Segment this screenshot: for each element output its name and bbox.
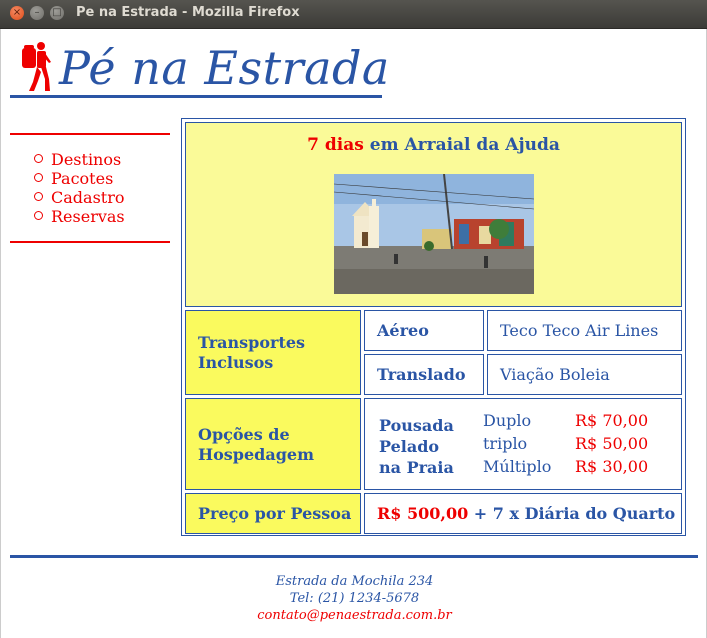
room-type: Duplo (483, 411, 532, 430)
page-content: Pé na Estrada Destinos Pacotes Cadastro … (0, 29, 707, 638)
bullet-icon (34, 211, 43, 220)
nav-item-destinos: Destinos (34, 150, 125, 169)
nav-bottom-divider (10, 241, 170, 243)
transport-provider-cell: Viação Boleia (487, 354, 682, 395)
window-title: Pe na Estrada - Mozilla Firefox (76, 5, 300, 20)
days-count: 7 dias (307, 135, 364, 155)
header-divider (10, 95, 382, 98)
destination-heading: 7 dias em Arraial da Ajuda (186, 135, 681, 155)
price-value: R$ 500,00 + 7 x Diária do Quarto (377, 504, 675, 524)
hotel-name: Pousada Pelado na Praia (379, 415, 454, 478)
room-type: triplo (483, 434, 528, 453)
bullet-icon (34, 192, 43, 201)
lodging-options-cell: Pousada Pelado na Praia Duplo R$ 70,00 t… (364, 398, 682, 490)
transport-type-cell: Aéreo (364, 310, 484, 351)
nav-menu: Destinos Pacotes Cadastro Reservas (34, 150, 125, 226)
price-amount: R$ 500,00 (377, 504, 469, 523)
hotel-name-line: na Praia (379, 458, 454, 477)
transport-provider-aereo: Teco Teco Air Lines (500, 321, 659, 340)
nav-item-cadastro: Cadastro (34, 188, 125, 207)
price-label-cell: Preço por Pessoa (185, 493, 361, 534)
transport-provider-translado: Viação Boleia (500, 365, 610, 384)
footer-divider (10, 555, 698, 558)
site-title: Pé na Estrada (59, 41, 390, 95)
room-price: R$ 70,00 (575, 411, 649, 430)
nav-link-cadastro[interactable]: Cadastro (51, 188, 124, 207)
room-type: Múltiplo (483, 457, 552, 476)
nav-item-reservas: Reservas (34, 207, 125, 226)
transport-provider-cell: Teco Teco Air Lines (487, 310, 682, 351)
lodging-label-cell: Opções de Hospedagem (185, 398, 361, 490)
price-suffix: + 7 x Diária do Quarto (468, 504, 676, 523)
footer-phone: Tel: (21) 1234-5678 (289, 591, 420, 606)
nav-top-divider (10, 133, 170, 135)
destination-place: Arraial da Ajuda (404, 135, 560, 155)
window-maximize-button[interactable]: □ (50, 6, 64, 20)
window-minimize-button[interactable]: – (30, 6, 44, 20)
nav-link-reservas[interactable]: Reservas (51, 207, 125, 226)
bullet-icon (34, 154, 43, 163)
room-price: R$ 50,00 (575, 434, 649, 453)
footer-address: Estrada da Mochila 234 (275, 574, 434, 589)
bullet-icon (34, 173, 43, 182)
package-table: 7 dias em Arraial da Ajuda Transportes I… (181, 118, 686, 536)
hotel-name-line: Pousada (379, 416, 454, 435)
destination-photo (334, 174, 534, 294)
nav-link-pacotes[interactable]: Pacotes (51, 169, 113, 188)
transport-type-translado: Translado (377, 365, 466, 384)
footer-email[interactable]: contato@penaestrada.com.br (1, 607, 707, 624)
lodging-label: Opções de Hospedagem (198, 425, 315, 464)
transport-type-cell: Translado (364, 354, 484, 395)
transport-label: Transportes Inclusos (198, 333, 306, 372)
destination-cell: 7 dias em Arraial da Ajuda (185, 122, 682, 307)
backpacker-icon (22, 42, 51, 91)
transport-label-cell: Transportes Inclusos (185, 310, 361, 395)
window-titlebar: × – □ Pe na Estrada - Mozilla Firefox (0, 0, 707, 29)
hotel-name-line: Pelado (379, 437, 440, 456)
transport-type-aereo: Aéreo (377, 321, 429, 340)
window-close-button[interactable]: × (10, 6, 24, 20)
price-value-cell: R$ 500,00 + 7 x Diária do Quarto (364, 493, 682, 534)
nav-link-destinos[interactable]: Destinos (51, 150, 121, 169)
price-label: Preço por Pessoa (198, 504, 352, 523)
nav-item-pacotes: Pacotes (34, 169, 125, 188)
room-price: R$ 30,00 (575, 457, 649, 476)
destination-connector: em (363, 135, 405, 155)
